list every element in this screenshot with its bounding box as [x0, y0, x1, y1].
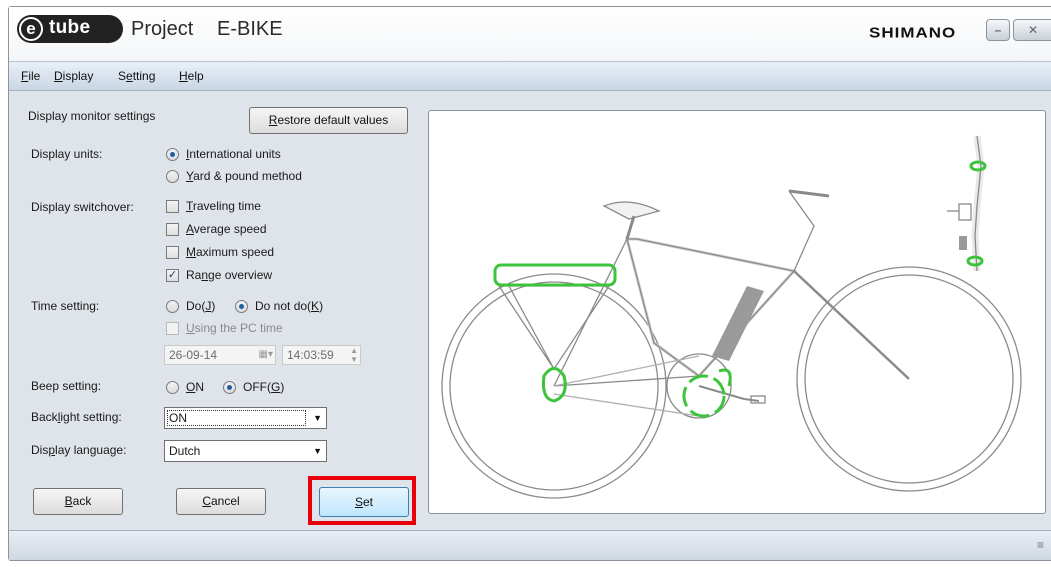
pc-time-label[interactable]: Using the PC time — [186, 321, 283, 335]
brand-logo: SHIMANO — [869, 24, 957, 41]
date-value: 26-09-14 — [169, 348, 218, 362]
backlight-setting-label: Backlight setting: — [31, 410, 122, 424]
average-speed-checkbox[interactable] — [166, 223, 179, 236]
status-bar: ≡ — [9, 530, 1051, 560]
beep-on-label[interactable]: ON — [186, 380, 204, 394]
chevron-down-icon: ▼ — [313, 446, 322, 456]
battery — [712, 286, 764, 361]
display-units-label: Display units: — [31, 147, 103, 161]
date-picker[interactable]: 26-09-14 ▦▾ — [164, 345, 276, 365]
menu-display[interactable]: Display — [54, 69, 93, 83]
beep-on-radio[interactable] — [166, 381, 179, 394]
bike-illustration-panel — [428, 110, 1046, 514]
minimize-icon: – — [994, 23, 1002, 37]
cancel-button[interactable]: Cancel — [176, 488, 266, 515]
time-donot-label[interactable]: Do not do(K) — [255, 299, 323, 313]
time-value: 14:03:59 — [287, 348, 334, 362]
range-overview-checkbox[interactable]: ✓ — [166, 269, 179, 282]
maximum-speed-checkbox[interactable] — [166, 246, 179, 259]
close-button[interactable]: ✕ — [1013, 19, 1051, 41]
backlight-select[interactable]: ON ▼ — [164, 407, 327, 429]
app-subtitle: E-BIKE — [217, 18, 283, 40]
maximum-speed-label[interactable]: Maximum speed — [186, 245, 274, 259]
time-do-label[interactable]: Do(J) — [186, 299, 215, 313]
traveling-time-label[interactable]: Traveling time — [186, 199, 261, 213]
app-window: e tube Project E-BIKE SHIMANO – ✕ File D… — [8, 6, 1051, 561]
chevron-down-icon: ▼ — [313, 413, 322, 423]
minimize-button[interactable]: – — [986, 19, 1010, 41]
average-speed-label[interactable]: Average speed — [186, 222, 267, 236]
restore-defaults-button[interactable]: Restore default values — [249, 107, 408, 134]
logo-text: tube — [49, 17, 91, 38]
menu-setting[interactable]: Setting — [118, 69, 155, 83]
time-spinner[interactable]: 14:03:59 ▲ ▼ — [282, 345, 361, 365]
back-button[interactable]: Back — [33, 488, 123, 515]
focus-rect — [167, 410, 306, 426]
intl-units-label[interactable]: International units — [186, 147, 281, 161]
beep-off-radio[interactable] — [223, 381, 236, 394]
display-language-label: Display language: — [31, 443, 127, 457]
set-button-highlight — [308, 476, 416, 525]
intl-units-radio[interactable] — [166, 148, 179, 161]
menu-help[interactable]: Help — [179, 69, 204, 83]
status-menu-icon[interactable]: ≡ — [1037, 538, 1044, 552]
app-title: Project — [131, 18, 194, 40]
time-setting-label: Time setting: — [31, 299, 100, 313]
checkmark-icon: ✓ — [167, 269, 178, 281]
panel-heading: Display monitor settings — [28, 109, 156, 123]
language-value: Dutch — [169, 444, 201, 458]
display-language-select[interactable]: Dutch ▼ — [164, 440, 327, 462]
menu-file[interactable]: File — [21, 69, 40, 83]
logo-e-mark: e — [19, 17, 43, 41]
time-do-radio[interactable] — [166, 300, 179, 313]
time-donot-radio[interactable] — [235, 300, 248, 313]
switchover-label: Display switchover: — [31, 200, 134, 214]
ebike-diagram — [441, 135, 1022, 499]
calendar-dropdown-icon: ▦▾ — [258, 349, 273, 360]
etube-logo: e tube — [17, 15, 123, 43]
spinner-arrows-icon: ▲ ▼ — [350, 346, 358, 364]
yard-pound-label[interactable]: Yard & pound method — [186, 169, 302, 183]
close-icon: ✕ — [1027, 23, 1039, 37]
drive-unit-highlight — [682, 374, 726, 418]
traveling-time-checkbox[interactable] — [166, 200, 179, 213]
beep-off-label[interactable]: OFF(G) — [243, 380, 284, 394]
yard-pound-radio[interactable] — [166, 170, 179, 183]
range-overview-label[interactable]: Range overview — [186, 268, 272, 282]
beep-setting-label: Beep setting: — [31, 379, 102, 393]
pc-time-checkbox[interactable] — [166, 322, 179, 335]
menu-bar: File Display Setting Help — [9, 61, 1051, 91]
title-bar: e tube Project E-BIKE SHIMANO – ✕ — [9, 7, 1051, 61]
